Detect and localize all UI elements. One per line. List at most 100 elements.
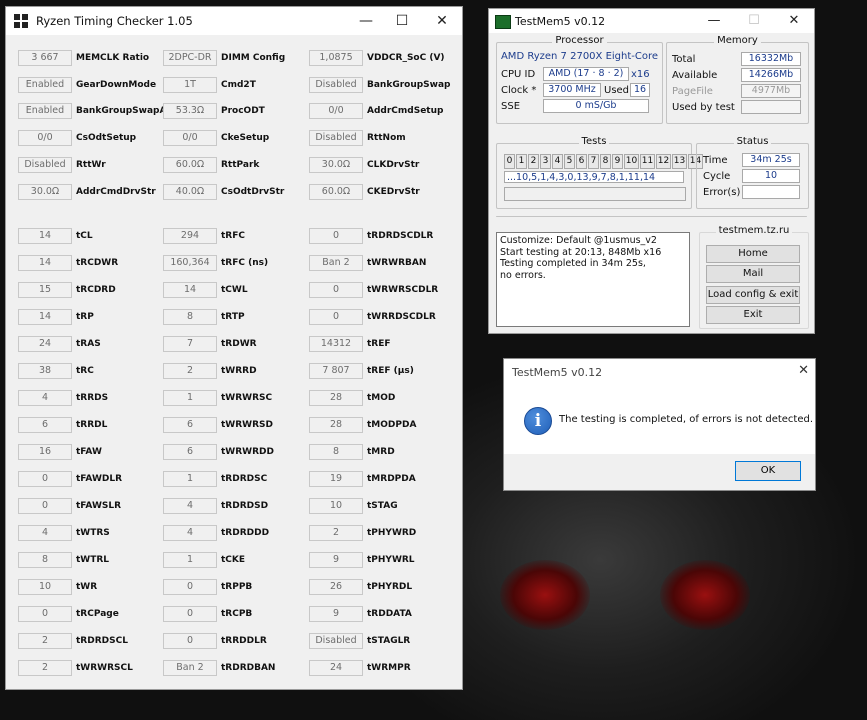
timing-label: tWTRL [76, 555, 110, 565]
log-output[interactable]: Customize: Default @1usmus_v2 Start test… [496, 232, 690, 327]
timing-label: tRP [76, 312, 94, 322]
rtc-titlebar[interactable]: Ryzen Timing Checker 1.05 — ☐ ✕ [6, 7, 462, 35]
test-cell: 11 [640, 154, 655, 169]
timing-label: tFAWSLR [76, 501, 122, 511]
testmem-close-button[interactable]: ✕ [775, 9, 813, 33]
timing-label: RttWr [76, 159, 106, 170]
clock-value: 3700 MHz [543, 83, 601, 97]
memory-group-title: Memory [714, 35, 761, 46]
timing-value-field: 7 [163, 336, 217, 352]
timing-label: tWR [76, 582, 98, 592]
dialog-button-bar: OK [504, 454, 815, 490]
pagefile-value: 4977Mb [741, 84, 801, 98]
tests-group: Tests 0 1 2 3 4 5 6 7 8 9 10 11 12 13 14 ...10,5,1,4,3… [496, 136, 703, 209]
timing-label: tRAS [76, 339, 101, 349]
timing-value-field: Disabled [309, 633, 363, 649]
timing-value-field: 14 [18, 309, 72, 325]
timing-value-field: 19 [309, 471, 363, 487]
timing-value-field: 10 [309, 498, 363, 514]
timing-value-field: 1,0875 [309, 50, 363, 66]
links-group-title: testmem.tz.ru [715, 225, 793, 236]
timing-label: tREF [367, 339, 391, 349]
timing-label: tRC [76, 366, 94, 376]
processor-group-title: Processor [552, 35, 607, 46]
timing-value-field: 1T [163, 76, 217, 93]
rtc-minimize-button[interactable]: — [346, 7, 386, 35]
dialog-title: TestMem5 v0.12 [512, 366, 603, 379]
timing-value-field: 30.0Ω [18, 183, 72, 200]
log-line: Start testing at 20:13, 848Mb x16 [500, 246, 662, 258]
testmem-titlebar[interactable]: TestMem5 v0.12 — ☐ ✕ [489, 9, 814, 33]
timing-label: tRDWR [221, 339, 257, 349]
timing-label: GearDownMode [76, 79, 157, 90]
timing-value-field: 38 [18, 363, 72, 379]
timing-label: tCL [76, 231, 93, 241]
timing-label: tRFC [221, 231, 245, 241]
timing-label: tSTAGLR [367, 636, 411, 646]
timing-label: CkeSetup [221, 133, 270, 144]
timing-label: tWRRD [221, 366, 257, 376]
timing-label: tWRWRBAN [367, 258, 427, 268]
timing-label: tWRWRDD [221, 447, 274, 457]
testmem-maximize-button[interactable]: ☐ [735, 9, 773, 33]
cpu-name: AMD Ryzen 7 2700X Eight-Core [500, 51, 659, 62]
timing-label: CLKDrvStr [367, 159, 420, 170]
timing-label: tRDRDSD [221, 501, 269, 511]
timing-label: tRRDDLR [221, 636, 267, 646]
timing-label: tPHYWRL [367, 555, 415, 565]
timing-label: tRCDWR [76, 258, 119, 268]
timing-label: tFAW [76, 447, 102, 457]
timing-label: tPHYRDL [367, 582, 413, 592]
available-label: Available [672, 70, 718, 81]
timing-value-field: 6 [163, 417, 217, 433]
testmem-minimize-button[interactable]: — [695, 9, 733, 33]
timing-value-field: 6 [163, 444, 217, 460]
timing-value-field: 40.0Ω [163, 183, 217, 200]
timing-value-field: 14 [18, 255, 72, 271]
timing-label: tMRD [367, 447, 395, 457]
ok-button[interactable]: OK [735, 461, 801, 481]
timing-value-field: 6 [18, 417, 72, 433]
rtc-maximize-button[interactable]: ☐ [382, 7, 422, 35]
timing-label: RttNom [367, 133, 406, 144]
timing-value-field: Ban 2 [163, 660, 217, 676]
timing-label: tWRWRSC [221, 393, 273, 403]
timing-value-field: 2 [18, 633, 72, 649]
timing-value-field: 294 [163, 228, 217, 244]
timing-label: tMRDPDA [367, 474, 416, 484]
dialog-close-button[interactable]: ✕ [798, 363, 809, 378]
timing-value-field: 8 [163, 309, 217, 325]
timing-value-field: 30.0Ω [309, 156, 363, 173]
home-button[interactable]: Home [706, 245, 800, 263]
timing-label: tRCDRD [76, 285, 116, 295]
rtc-close-button[interactable]: ✕ [422, 7, 462, 35]
timing-label: CsOdtSetup [76, 133, 137, 144]
exit-button[interactable]: Exit [706, 306, 800, 324]
log-line: no errors. [500, 269, 546, 281]
test-progress-bar [504, 187, 686, 201]
timing-value-field: Ban 2 [309, 255, 363, 271]
timing-label: BankGroupSwapAlt [76, 106, 174, 117]
timing-value-field: 0 [18, 471, 72, 487]
timing-label: AddrCmdSetup [367, 106, 444, 117]
log-line: Customize: Default @1usmus_v2 [500, 235, 657, 246]
timing-value-field: 60.0Ω [163, 156, 217, 173]
status-group-title: Status [733, 136, 772, 147]
timing-label: tCKE [221, 555, 246, 565]
load-config-exit-button[interactable]: Load config & exit [706, 286, 800, 304]
clock-label: Clock * [501, 85, 537, 96]
test-cell: 4 [552, 154, 563, 169]
timing-value-field: 10 [18, 579, 72, 595]
rtc-app-icon [14, 14, 28, 28]
pagefile-label: PageFile [672, 86, 713, 97]
mail-button[interactable]: Mail [706, 265, 800, 283]
timing-value-field: Disabled [309, 76, 363, 93]
wallpaper-right-eye [660, 560, 750, 630]
timing-value-field: 28 [309, 390, 363, 406]
test-cell: 13 [672, 154, 687, 169]
test-cell: 12 [656, 154, 671, 169]
info-icon: i [524, 407, 552, 435]
timing-value-field: 2 [18, 660, 72, 676]
timing-value-field: 0 [18, 606, 72, 622]
used-by-test-label: Used by test [672, 102, 735, 113]
